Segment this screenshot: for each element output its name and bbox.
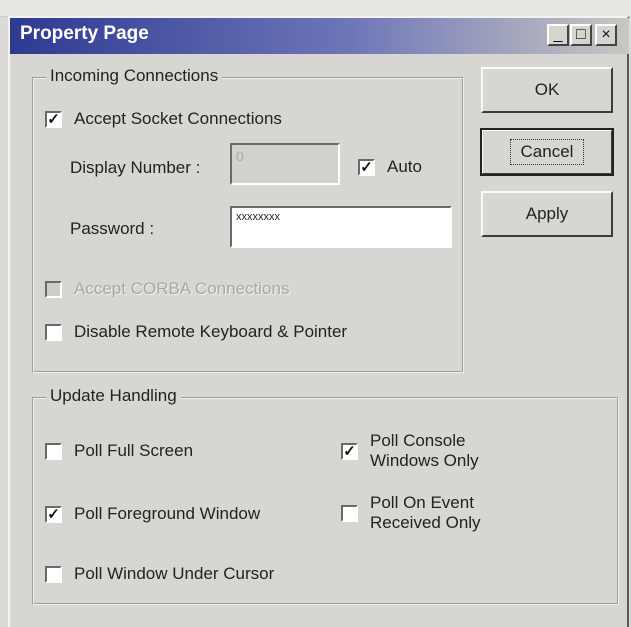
poll-full-screen-checkbox[interactable]: Poll Full Screen (45, 441, 193, 461)
accept-socket-checkbox[interactable]: ✓ Accept Socket Connections (45, 109, 282, 129)
accept-socket-label: Accept Socket Connections (74, 109, 282, 128)
incoming-connections-group: Incoming Connections ✓ Accept Socket Con… (32, 66, 464, 373)
password-label: Password : (70, 219, 155, 238)
cancel-button[interactable]: Cancel (480, 128, 614, 176)
poll-console-checkmark[interactable]: ✓ (341, 442, 358, 460)
poll-console-label-line1: Poll Console (370, 431, 466, 450)
accept-socket-checkmark[interactable]: ✓ (45, 110, 62, 128)
password-field[interactable]: xxxxxxxx (230, 206, 452, 248)
cancel-button-label: Cancel (509, 139, 585, 165)
poll-on-event-label: Poll On Event Received Only (370, 493, 481, 533)
poll-full-screen-checkmark[interactable] (45, 442, 62, 460)
poll-console-label: Poll Console Windows Only (370, 431, 479, 471)
title-bar[interactable]: Property Page _ □ × (10, 18, 629, 54)
property-page-dialog: Property Page _ □ × Incoming Connections… (8, 16, 629, 627)
poll-on-event-checkbox[interactable]: Poll On Event Received Only (341, 493, 481, 533)
update-handling-legend: Update Handling (46, 386, 181, 406)
auto-checkbox[interactable]: ✓ Auto (358, 157, 422, 177)
poll-foreground-checkbox[interactable]: ✓ Poll Foreground Window (45, 504, 260, 524)
ok-button[interactable]: OK (481, 67, 613, 113)
poll-under-cursor-checkmark[interactable] (45, 565, 62, 583)
poll-full-screen-label: Poll Full Screen (74, 441, 194, 460)
poll-foreground-label: Poll Foreground Window (74, 504, 261, 523)
accept-corba-label: Accept CORBA Connections (74, 279, 290, 298)
disable-remote-label: Disable Remote Keyboard & Pointer (74, 322, 348, 341)
apply-button-label: Apply (525, 204, 569, 223)
display-number-field[interactable]: 0 (230, 143, 340, 185)
incoming-connections-legend: Incoming Connections (46, 66, 223, 86)
background-strip (0, 0, 631, 17)
apply-button[interactable]: Apply (481, 191, 613, 237)
poll-under-cursor-checkbox[interactable]: Poll Window Under Cursor (45, 564, 274, 584)
poll-on-event-label-line1: Poll On Event (370, 493, 474, 512)
update-handling-group: Update Handling Poll Full Screen ✓ Poll … (32, 386, 619, 605)
auto-label: Auto (387, 157, 422, 176)
accept-corba-checkbox[interactable]: Accept CORBA Connections (45, 279, 289, 299)
ok-button-label: OK (534, 80, 560, 99)
maximize-button[interactable]: □ (570, 24, 592, 46)
poll-on-event-checkmark[interactable] (341, 504, 358, 522)
display-number-label: Display Number : (70, 158, 201, 177)
close-button[interactable]: × (595, 24, 617, 46)
poll-console-label-line2: Windows Only (370, 451, 479, 470)
disable-remote-checkmark[interactable] (45, 323, 62, 341)
accept-corba-checkmark[interactable] (45, 280, 62, 298)
poll-on-event-label-line2: Received Only (370, 513, 481, 532)
poll-console-checkbox[interactable]: ✓ Poll Console Windows Only (341, 431, 479, 471)
disable-remote-checkbox[interactable]: Disable Remote Keyboard & Pointer (45, 322, 347, 342)
minimize-button[interactable]: _ (547, 24, 569, 46)
auto-checkmark[interactable]: ✓ (358, 158, 375, 176)
poll-under-cursor-label: Poll Window Under Cursor (74, 564, 275, 583)
window-title: Property Page (20, 23, 149, 44)
poll-foreground-checkmark[interactable]: ✓ (45, 505, 62, 523)
